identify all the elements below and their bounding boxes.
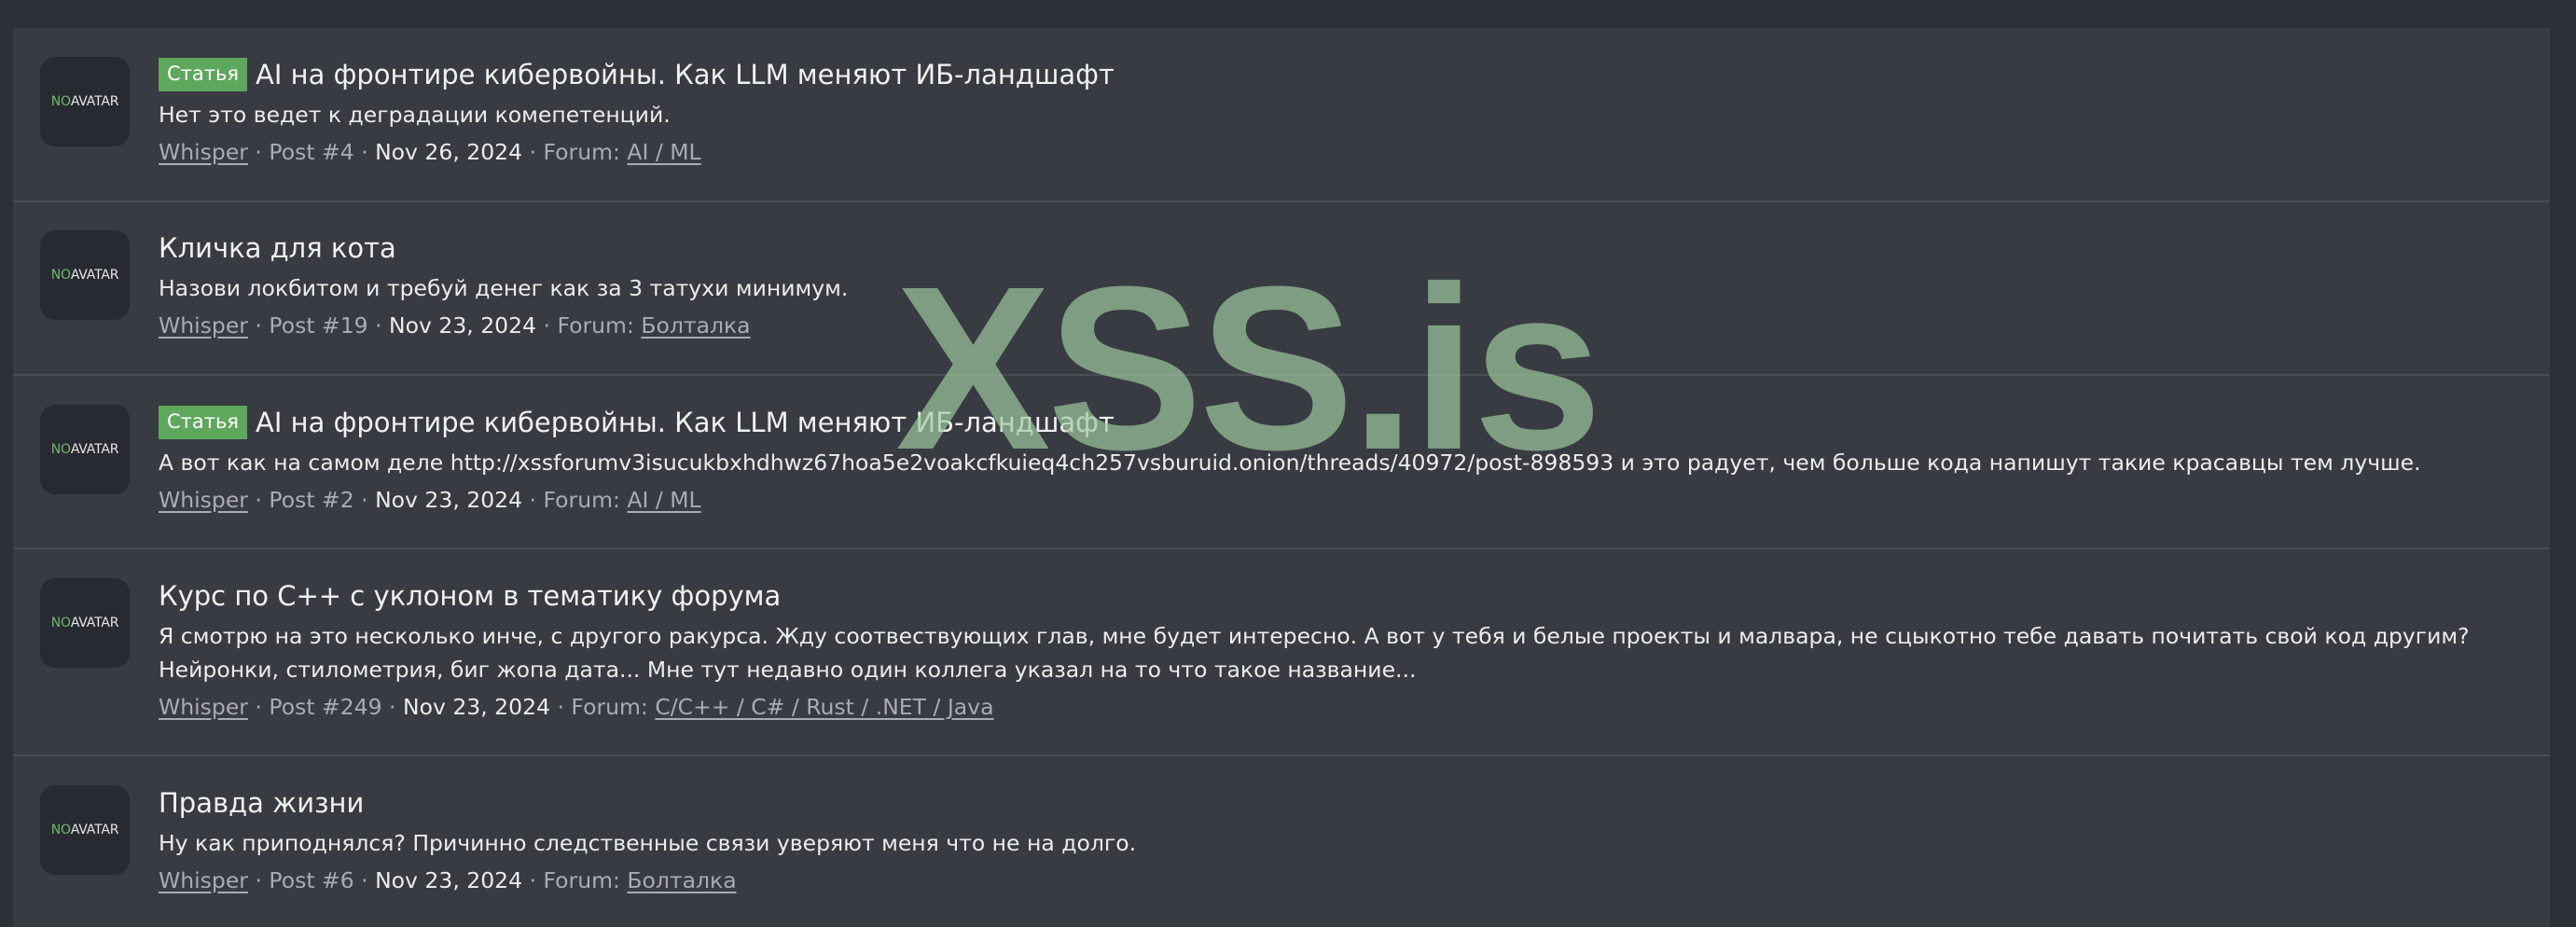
avatar[interactable]: NO AVATAR bbox=[40, 230, 130, 320]
author-link[interactable]: Whisper bbox=[159, 487, 248, 513]
result-meta: Whisper · Post #4 · Nov 26, 2024 · Forum… bbox=[159, 139, 701, 165]
avatar-avatar-text: AVATAR bbox=[70, 823, 119, 837]
result-meta: Whisper · Post #249 · Nov 23, 2024 · For… bbox=[159, 694, 994, 720]
post-snippet[interactable]: Ну как приподнялся? Причинно следственны… bbox=[159, 826, 2513, 860]
title-line: Курс по C++ с уклоном в тематику форума bbox=[159, 577, 2513, 615]
title-line: Кличка для кота bbox=[159, 229, 2513, 267]
post-number: Post #2 bbox=[269, 487, 354, 513]
avatar-avatar-text: AVATAR bbox=[70, 268, 119, 283]
post-number: Post #4 bbox=[269, 139, 354, 165]
result-content: Кличка для кота Назови локбитом и требуй… bbox=[159, 229, 2513, 342]
avatar[interactable]: NO AVATAR bbox=[40, 405, 130, 494]
post-number: Post #249 bbox=[269, 694, 382, 720]
post-date: Nov 23, 2024 bbox=[375, 487, 523, 513]
search-results-panel: NO AVATAR Статья AI на фронтире кибервой… bbox=[13, 28, 2550, 927]
avatar-avatar-text: AVATAR bbox=[70, 94, 119, 109]
thread-title-link[interactable]: Правда жизни bbox=[159, 787, 364, 819]
forum-link[interactable]: C/C++ / C# / Rust / .NET / Java bbox=[655, 694, 993, 720]
post-date: Nov 26, 2024 bbox=[375, 139, 523, 165]
forum-label: Forum: bbox=[557, 312, 634, 339]
result-meta: Whisper · Post #6 · Nov 23, 2024 · Forum… bbox=[159, 867, 737, 893]
avatar-no-text: NO bbox=[50, 823, 71, 837]
post-snippet[interactable]: Нет это ведет к деградации комепетенций. bbox=[159, 98, 2513, 131]
prefix-badge[interactable]: Статья bbox=[159, 58, 248, 91]
thread-title-link[interactable]: AI на фронтире кибервойны. Как LLM меняю… bbox=[256, 59, 1115, 90]
forum-label: Forum: bbox=[543, 139, 620, 165]
avatar[interactable]: NO AVATAR bbox=[40, 57, 130, 146]
forum-link[interactable]: AI / ML bbox=[627, 487, 700, 513]
result-row: NO AVATAR Кличка для кота Назови локбито… bbox=[13, 202, 2550, 376]
post-snippet[interactable]: А вот как на самом деле http://xssforumv… bbox=[159, 446, 2513, 479]
result-content: Курс по C++ с уклоном в тематику форума … bbox=[159, 577, 2513, 724]
forum-link[interactable]: Болталка bbox=[627, 867, 736, 893]
post-snippet[interactable]: Назови локбитом и требуй денег как за 3 … bbox=[159, 271, 2513, 305]
forum-link[interactable]: Болталка bbox=[641, 312, 750, 339]
author-link[interactable]: Whisper bbox=[159, 139, 248, 165]
forum-label: Forum: bbox=[543, 487, 620, 513]
prefix-badge[interactable]: Статья bbox=[159, 406, 248, 439]
result-row: NO AVATAR Статья AI на фронтире кибервой… bbox=[13, 376, 2550, 549]
forum-label: Forum: bbox=[571, 694, 648, 720]
result-meta: Whisper · Post #19 · Nov 23, 2024 · Foru… bbox=[159, 312, 751, 339]
avatar[interactable]: NO AVATAR bbox=[40, 785, 130, 875]
post-snippet[interactable]: Я смотрю на это несколько инче, с другог… bbox=[159, 619, 2513, 686]
thread-title-link[interactable]: Курс по C++ с уклоном в тематику форума bbox=[159, 580, 781, 612]
post-date: Nov 23, 2024 bbox=[402, 694, 550, 720]
result-row: NO AVATAR Курс по C++ с уклоном в темати… bbox=[13, 549, 2550, 756]
result-content: Правда жизни Ну как приподнялся? Причинн… bbox=[159, 784, 2513, 897]
thread-title-link[interactable]: AI на фронтире кибервойны. Как LLM меняю… bbox=[256, 407, 1115, 438]
result-meta: Whisper · Post #2 · Nov 23, 2024 · Forum… bbox=[159, 487, 701, 513]
title-line: Статья AI на фронтире кибервойны. Как LL… bbox=[159, 404, 2513, 441]
post-number: Post #19 bbox=[269, 312, 368, 339]
avatar[interactable]: NO AVATAR bbox=[40, 578, 130, 668]
post-date: Nov 23, 2024 bbox=[375, 867, 523, 893]
title-line: Правда жизни bbox=[159, 784, 2513, 822]
forum-link[interactable]: AI / ML bbox=[627, 139, 700, 165]
thread-title-link[interactable]: Кличка для кота bbox=[159, 232, 396, 264]
post-date: Nov 23, 2024 bbox=[389, 312, 537, 339]
post-number: Post #6 bbox=[269, 867, 354, 893]
forum-label: Forum: bbox=[543, 867, 620, 893]
author-link[interactable]: Whisper bbox=[159, 867, 248, 893]
author-link[interactable]: Whisper bbox=[159, 694, 248, 720]
result-content: Статья AI на фронтире кибервойны. Как LL… bbox=[159, 404, 2513, 517]
result-content: Статья AI на фронтире кибервойны. Как LL… bbox=[159, 56, 2513, 169]
avatar-no-text: NO bbox=[50, 268, 71, 283]
avatar-no-text: NO bbox=[50, 616, 71, 630]
author-link[interactable]: Whisper bbox=[159, 312, 248, 339]
avatar-no-text: NO bbox=[50, 94, 71, 109]
result-row: NO AVATAR Статья AI на фронтире кибервой… bbox=[13, 28, 2550, 202]
avatar-avatar-text: AVATAR bbox=[70, 616, 119, 630]
title-line: Статья AI на фронтире кибервойны. Как LL… bbox=[159, 56, 2513, 93]
avatar-no-text: NO bbox=[50, 442, 71, 457]
avatar-avatar-text: AVATAR bbox=[70, 442, 119, 457]
result-row: NO AVATAR Правда жизни Ну как приподнялс… bbox=[13, 756, 2550, 927]
